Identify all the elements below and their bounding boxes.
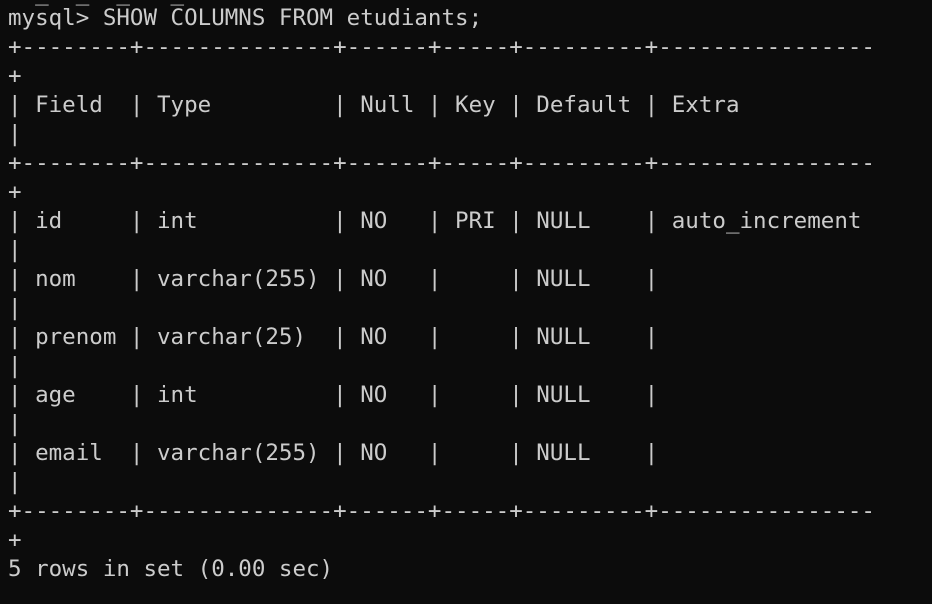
table-border-top-wrap: +	[8, 63, 22, 89]
table-header-separator-wrap: +	[8, 179, 22, 205]
table-row-age-wrap: |	[8, 411, 22, 437]
table-row-age: | age | int | NO | | NULL |	[8, 382, 659, 408]
table-header-row-wrap: |	[8, 121, 22, 147]
table-row-prenom: | prenom | varchar(25) | NO | | NULL |	[8, 324, 659, 350]
table-row-email-wrap: |	[8, 469, 22, 495]
table-row-id-wrap: |	[8, 237, 22, 263]
terminal-window[interactable]: _ _ _ _ mysql> SHOW COLUMNS FROM etudian…	[0, 0, 932, 604]
table-row-prenom-wrap: |	[8, 353, 22, 379]
table-row-email: | email | varchar(255) | NO | | NULL |	[8, 440, 659, 466]
result-summary-line: 5 rows in set (0.00 sec)	[8, 556, 334, 582]
table-row-nom-wrap: |	[8, 295, 22, 321]
mysql-command-line: mysql> SHOW COLUMNS FROM etudiants;	[8, 5, 483, 31]
table-border-bottom-wrap: +	[8, 527, 22, 553]
table-row-nom: | nom | varchar(255) | NO | | NULL |	[8, 266, 659, 292]
table-header-separator: +--------+--------------+------+-----+--…	[8, 150, 875, 176]
table-row-id: | id | int | NO | PRI | NULL | auto_incr…	[8, 208, 862, 234]
table-border-top: +--------+--------------+------+-----+--…	[8, 34, 875, 60]
table-border-bottom: +--------+--------------+------+-----+--…	[8, 498, 875, 524]
table-header-row: | Field | Type | Null | Key | Default | …	[8, 92, 740, 118]
